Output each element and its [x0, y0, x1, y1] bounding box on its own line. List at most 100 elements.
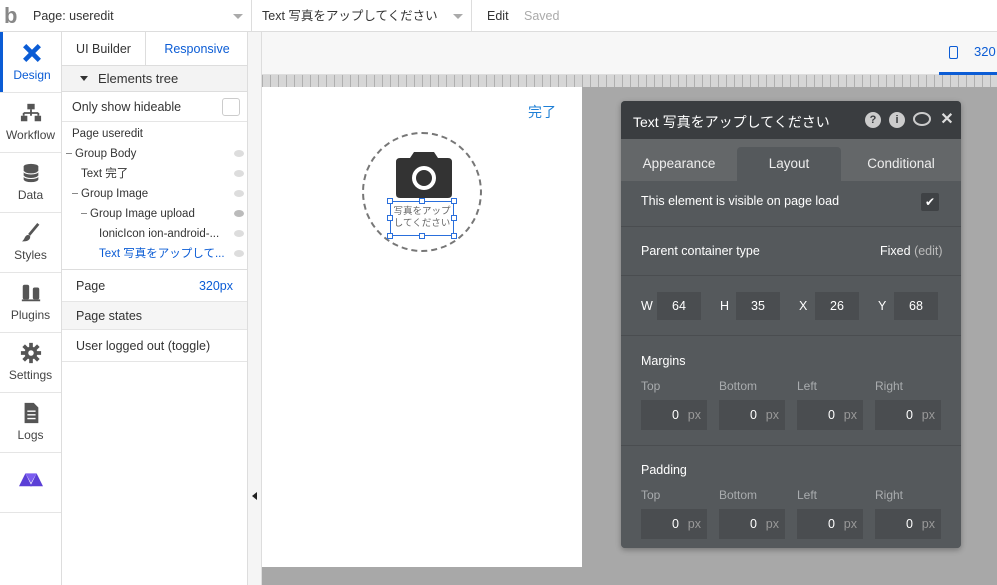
nav-logs[interactable]: Logs [0, 392, 61, 452]
only-show-hideable-label: Only show hideable [72, 100, 182, 114]
eye-icon[interactable] [234, 210, 244, 217]
property-editor-header[interactable]: Text 写真をアップしてください ? i ✕ [621, 101, 961, 139]
y-label: Y [878, 299, 887, 313]
page-width-value[interactable]: 320px [199, 270, 233, 302]
page-states-header[interactable]: Page states [62, 302, 247, 330]
eye-icon[interactable] [234, 170, 244, 177]
tab-conditional[interactable]: Conditional [841, 147, 961, 181]
margin-top-input[interactable]: 0 px [641, 400, 707, 430]
element-dropdown[interactable]: Text 写真をアップしてください [255, 0, 472, 32]
padding-left-input[interactable]: 0 px [797, 509, 863, 539]
nav-plugins-label: Plugins [10, 308, 51, 322]
nav-plugins[interactable]: Plugins [0, 272, 61, 332]
height-label: H [720, 299, 730, 313]
tab-responsive[interactable]: Responsive [146, 32, 248, 66]
margins-label: Margins [641, 354, 686, 368]
tree-item-label: Group Image upload [90, 208, 195, 220]
page-dropdown[interactable]: Page: useredit [30, 0, 252, 32]
unit-label: px [687, 517, 701, 531]
edit-menu[interactable]: Edit [487, 0, 509, 32]
workflow-icon [20, 103, 41, 122]
nav-styles-label: Styles [14, 248, 47, 262]
elements-tree-header[interactable]: Elements tree [62, 66, 247, 92]
margin-bottom-input[interactable]: 0 px [719, 400, 785, 430]
padding-right-input[interactable]: 0 px [875, 509, 941, 539]
nav-extension[interactable] [0, 452, 61, 512]
margin-top-value: 0 [672, 408, 679, 422]
container-type-fixed: Fixed [880, 244, 911, 258]
tree-item-label: Text 完了 [81, 168, 129, 180]
caret-left-icon [252, 492, 257, 500]
database-icon [22, 163, 39, 183]
padding-top-value: 0 [672, 517, 679, 531]
panel-collapse-handle[interactable] [248, 32, 262, 585]
mobile-icon[interactable] [949, 46, 958, 59]
tree-item-group-body[interactable]: Group Body [62, 144, 248, 164]
padding-right-label: Right [875, 488, 904, 502]
tree-item-label: IonicIcon ion-android-... [99, 228, 220, 240]
left-nav: Design Workflow Data Styles Plugins Sett… [0, 32, 62, 585]
document-icon [24, 402, 38, 424]
plug-icon [21, 284, 40, 302]
image-upload-group[interactable]: 写真をアップしてください [362, 132, 482, 252]
eye-icon[interactable] [234, 190, 244, 197]
visible-on-load-checkbox[interactable]: ✔ [921, 193, 939, 211]
y-input[interactable]: 68 [894, 292, 938, 320]
nav-styles[interactable]: Styles [0, 212, 61, 272]
margin-bottom-label: Bottom [719, 379, 758, 393]
tree-item-page[interactable]: Page useredit [62, 124, 248, 144]
container-type-edit-link[interactable]: (edit) [914, 244, 942, 258]
upload-text-label: 写真をアップしてください [393, 206, 451, 229]
x-input[interactable]: 26 [815, 292, 859, 320]
container-type-value[interactable]: Fixed (edit) [880, 244, 943, 258]
info-icon[interactable]: i [889, 112, 905, 128]
nav-settings[interactable]: Settings [0, 332, 61, 392]
eye-icon[interactable] [234, 250, 244, 257]
nav-workflow[interactable]: Workflow [0, 92, 61, 152]
margin-left-label: Left [797, 379, 818, 393]
responsive-width[interactable]: 320 [974, 44, 996, 59]
bubble-logo-icon[interactable]: b [4, 4, 26, 28]
camera-icon[interactable] [396, 150, 452, 198]
property-editor: Text 写真をアップしてください ? i ✕ Appearance Layou… [621, 101, 961, 548]
margin-top-label: Top [641, 379, 661, 393]
tab-ui-builder[interactable]: UI Builder [62, 32, 146, 66]
help-icon[interactable]: ? [865, 112, 881, 128]
triangle-logo-icon [18, 473, 43, 487]
margin-left-input[interactable]: 0 px [797, 400, 863, 430]
tab-layout[interactable]: Layout [737, 147, 841, 181]
nav-data[interactable]: Data [0, 152, 61, 212]
comment-icon[interactable] [913, 112, 931, 126]
width-input[interactable]: 64 [657, 292, 701, 320]
margin-right-input[interactable]: 0 px [875, 400, 941, 430]
chevron-down-icon [453, 14, 463, 19]
caret-down-icon [80, 76, 88, 81]
page-width-row[interactable]: Page 320px [62, 270, 247, 302]
nav-design-label: Design [13, 68, 51, 82]
padding-top-input[interactable]: 0 px [641, 509, 707, 539]
done-text[interactable]: 完了 [528, 102, 556, 122]
page-canvas[interactable]: 完了 写真をアップしてください [262, 87, 582, 567]
tree-item-text-done[interactable]: Text 完了 [62, 164, 248, 184]
tree-item-ionic-icon[interactable]: IonicIcon ion-android-... [62, 224, 248, 244]
user-logged-out-toggle[interactable]: User logged out (toggle) [62, 330, 247, 362]
unit-label: px [921, 408, 935, 422]
close-icon[interactable]: ✕ [939, 112, 955, 128]
upload-text[interactable]: 写真をアップしてください [387, 198, 457, 239]
eye-icon[interactable] [234, 150, 244, 157]
only-show-hideable-checkbox[interactable] [222, 98, 240, 116]
saved-status: Saved [524, 9, 560, 23]
tab-appearance[interactable]: Appearance [621, 147, 737, 181]
tree-item-text-upload[interactable]: Text 写真をアップして... [62, 244, 248, 264]
height-input[interactable]: 35 [736, 292, 780, 320]
eye-icon[interactable] [234, 230, 244, 237]
nav-design[interactable]: Design [0, 32, 61, 92]
padding-bottom-input[interactable]: 0 px [719, 509, 785, 539]
tree-item-group-image[interactable]: Group Image [62, 184, 248, 204]
unit-label: px [765, 408, 779, 422]
builder-panel: UI Builder Responsive Elements tree Only… [62, 32, 248, 585]
tree-item-label: Group Image [81, 188, 149, 200]
tree-item-group-image-upload[interactable]: Group Image upload [62, 204, 248, 224]
tree-item-label: Group Body [75, 148, 137, 160]
visible-on-load-label: This element is visible on page load [641, 194, 840, 208]
